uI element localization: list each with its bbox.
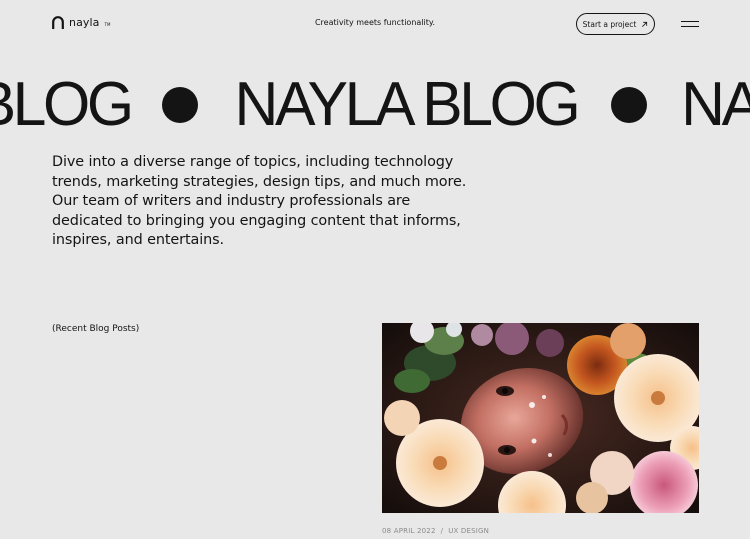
arrow-up-right-icon xyxy=(642,21,648,27)
marquee-word: NAY xyxy=(681,69,750,139)
bullet-dot xyxy=(611,86,648,123)
meta-separator: / xyxy=(440,527,444,535)
flower-portrait-image xyxy=(382,323,699,513)
blog-marquee: BLOG NAYLA BLOG NAY xyxy=(0,63,750,139)
post-date: 08 APRIL 2022 xyxy=(382,527,436,535)
post-meta: 08 APRIL 2022 / UX DESIGN xyxy=(382,527,489,535)
marquee-word: BLOG xyxy=(0,69,134,139)
intro-paragraph: Dive into a diverse range of topics, inc… xyxy=(52,154,467,248)
post-category[interactable]: UX DESIGN xyxy=(448,527,489,535)
post-cover-image[interactable] xyxy=(382,323,699,513)
site-header: nayla TM Creativity meets functionality.… xyxy=(0,0,750,50)
hamburger-menu-icon[interactable] xyxy=(681,20,699,28)
start-project-label: Start a project xyxy=(582,19,637,29)
marquee-word: NAYLA BLOG xyxy=(234,69,581,139)
start-project-button[interactable]: Start a project xyxy=(576,13,655,35)
recent-posts-label: (Recent Blog Posts) xyxy=(52,324,140,334)
bullet-dot xyxy=(162,86,199,123)
